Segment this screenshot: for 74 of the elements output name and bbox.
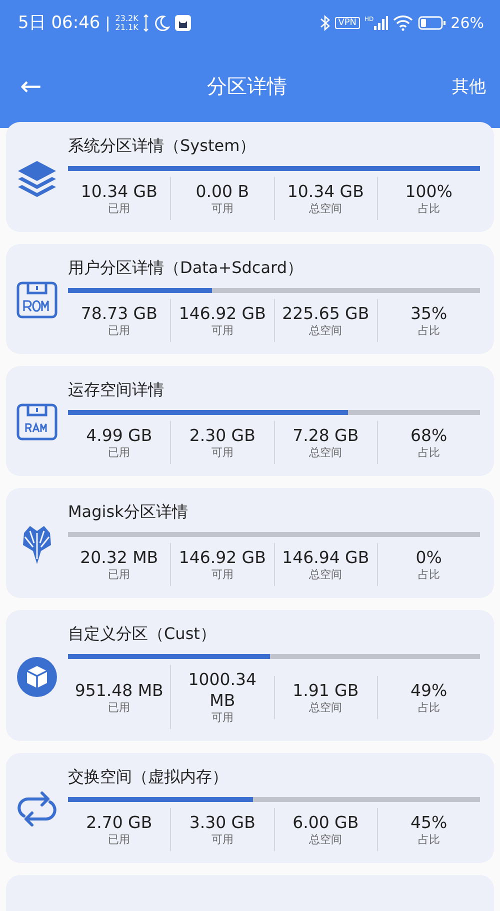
stat-value: 146.92 GB — [178, 547, 266, 568]
stat-value: 146.92 GB — [178, 303, 266, 324]
stat-value: 146.94 GB — [282, 547, 370, 568]
upload-speed: 23.2K — [115, 14, 138, 22]
bluetooth-icon — [320, 14, 330, 30]
stat-value: 0% — [416, 547, 442, 568]
stat-value: 35% — [410, 303, 448, 324]
stat-value: 78.73 GB — [80, 303, 158, 324]
stat-value: 4.99 GB — [86, 425, 152, 446]
stat-value: 68% — [410, 425, 448, 446]
stat-label: 可用 — [211, 446, 234, 460]
stat-label: 已用 — [108, 446, 130, 460]
stat-label: 已用 — [108, 700, 130, 714]
mask-icon — [21, 523, 53, 565]
status-time: 5日 06:46 — [18, 12, 100, 34]
partition-title: Magisk分区详情 — [68, 502, 189, 522]
cat-app-icon — [175, 14, 192, 30]
stat-value: 0.00 B — [196, 181, 250, 202]
stat-value: 20.32 MB — [80, 547, 158, 568]
up-down-arrows-icon — [143, 14, 150, 32]
wifi-icon — [392, 14, 413, 30]
download-speed: 21.1K — [115, 22, 138, 32]
stat-label: 占比 — [418, 324, 440, 338]
stat-value: 3.30 GB — [189, 812, 256, 833]
stat-value: 1.91 GB — [292, 680, 359, 700]
stat-label: 可用 — [211, 833, 234, 847]
rom-icon — [16, 281, 58, 319]
stat-label: 总空间 — [309, 202, 342, 216]
vpn-indicator: VPN — [335, 16, 360, 28]
stat-label: 已用 — [108, 568, 130, 582]
stat-label: 已用 — [108, 202, 130, 216]
ram-icon — [16, 403, 58, 441]
stat-value: 45% — [410, 812, 448, 833]
more-button[interactable]: 其他 — [452, 75, 486, 98]
stat-label: 总空间 — [309, 833, 342, 847]
stat-value: 49% — [410, 680, 448, 700]
partition-title: 运存空间详情 — [68, 380, 165, 400]
partition-title: 用户分区详情（Data+Sdcard） — [68, 258, 304, 278]
stat-label: 占比 — [418, 568, 440, 582]
battery-percent: 26% — [450, 14, 484, 32]
stat-value: 951.48 MB — [74, 680, 164, 700]
stat-label: 占比 — [418, 700, 440, 714]
stat-label: 已用 — [108, 324, 130, 338]
stat-label: 占比 — [418, 833, 440, 847]
stat-label: 占比 — [418, 446, 440, 460]
stat-value: 10.34 GB — [80, 181, 158, 202]
stat-label: 总空间 — [309, 568, 342, 582]
stat-label: 已用 — [108, 833, 130, 847]
stat-value: 10.34 GB — [287, 181, 364, 202]
stat-label: 可用 — [211, 324, 234, 338]
stat-label: 总空间 — [309, 700, 342, 714]
stat-label: 占比 — [418, 202, 440, 216]
stat-label: 可用 — [211, 202, 234, 216]
stat-value: 100% — [405, 181, 452, 202]
partition-title: 自定义分区（Cust） — [68, 624, 217, 644]
stat-value: 2.30 GB — [189, 425, 256, 446]
stat-label: 总空间 — [309, 324, 342, 338]
stat-value: 7.28 GB — [292, 425, 359, 446]
stat-label: 总空间 — [309, 446, 342, 460]
stat-value: 1000.34 MB — [187, 669, 258, 711]
moon-icon — [154, 14, 170, 30]
back-button[interactable]: ← — [20, 72, 42, 102]
page-title: 分区详情 — [206, 73, 287, 100]
stat-label: 可用 — [211, 711, 234, 725]
battery-icon — [418, 16, 446, 30]
stat-value: 225.65 GB — [282, 303, 370, 324]
partition-title: 系统分区详情（System） — [68, 136, 257, 156]
swap-icon — [16, 789, 58, 829]
stat-value: 6.00 GB — [292, 812, 359, 833]
stat-label: 可用 — [211, 568, 234, 582]
status-separator: | — [105, 14, 110, 32]
stat-value: 2.70 GB — [86, 812, 152, 833]
cube-icon — [16, 656, 58, 698]
partition-title: 交换空间（虚拟内存） — [68, 767, 229, 787]
